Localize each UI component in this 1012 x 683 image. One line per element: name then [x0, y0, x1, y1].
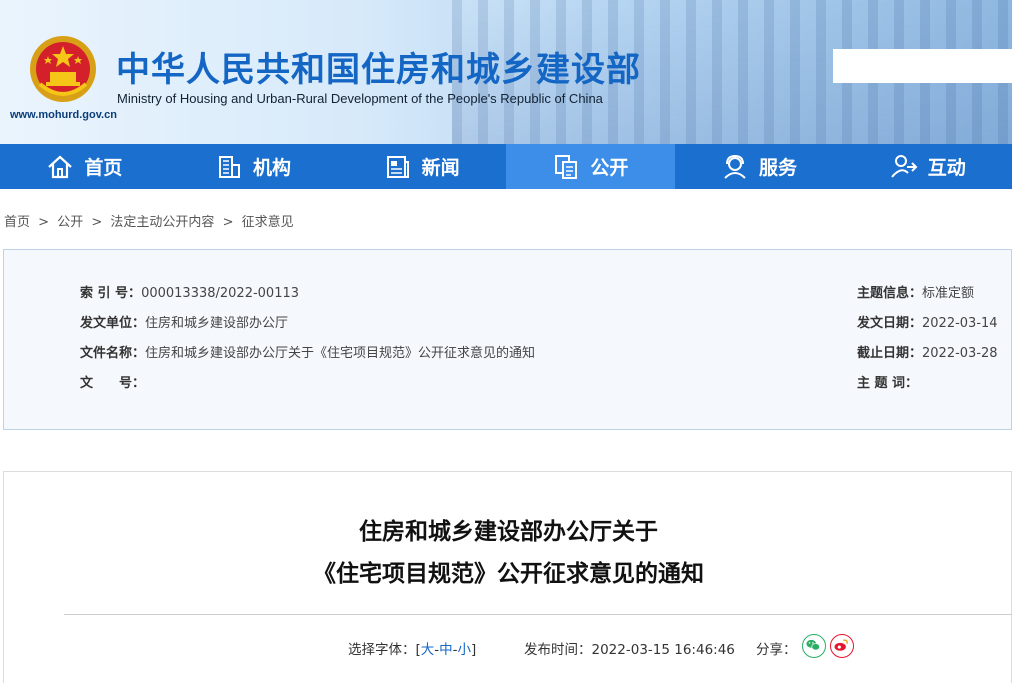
title-divider: [64, 614, 1012, 615]
document-info-panel: 索 引 号：000013338/2022-00113 发文单位：住房和城乡建设部…: [3, 249, 1012, 430]
info-keywords: 主 题 词：: [857, 376, 919, 391]
nav-item-home[interactable]: 首页: [0, 144, 169, 189]
site-url: www.mohurd.gov.cn: [10, 109, 117, 121]
weibo-icon: [834, 639, 848, 651]
site-subtitle: Ministry of Housing and Urban-Rural Deve…: [117, 91, 603, 106]
info-issuer: 发文单位：住房和城乡建设部办公厅: [80, 316, 289, 331]
nav-label: 公开: [590, 157, 629, 179]
font-select-label: 选择字体：[: [348, 642, 421, 658]
breadcrumb-separator: >: [91, 215, 103, 230]
info-deadline: 截止日期：2022-03-28: [857, 346, 998, 361]
home-icon: [48, 155, 73, 178]
breadcrumb: 首页 > 公开 > 法定主动公开内容 > 征求意见: [4, 211, 298, 230]
site-title[interactable]: 中华人民共和国住房和城乡建设部: [116, 42, 641, 91]
nav-label: 首页: [84, 157, 123, 179]
info-index: 索 引 号：000013338/2022-00113: [80, 286, 300, 301]
share-label: 分享：: [756, 642, 797, 658]
search-input[interactable]: [833, 49, 1012, 83]
article-container: 住房和城乡建设部办公厅关于 《住宅项目规范》公开征求意见的通知 选择字体：[大-…: [3, 471, 1012, 683]
font-large-link[interactable]: 大: [421, 642, 435, 658]
service-person-icon: [724, 154, 746, 179]
publish-time: 发布时间：2022-03-15 16:46:46: [524, 638, 735, 658]
breadcrumb-home[interactable]: 首页: [4, 215, 30, 230]
interaction-icon: [890, 154, 918, 178]
font-small-link[interactable]: 小: [458, 642, 472, 658]
breadcrumb-consultation[interactable]: 征求意见: [242, 215, 294, 230]
nav-label: 服务: [759, 157, 798, 179]
article-title-line1: 住房和城乡建设部办公厅关于: [359, 519, 658, 545]
breadcrumb-legal-content[interactable]: 法定主动公开内容: [110, 215, 214, 230]
wechat-icon: [806, 639, 820, 651]
breadcrumb-separator: >: [38, 215, 50, 230]
breadcrumb-separator: >: [222, 215, 234, 230]
nav-item-org[interactable]: 机构: [169, 144, 338, 189]
nav-label: 新闻: [421, 157, 460, 179]
weibo-share-button[interactable]: [830, 634, 854, 658]
document-icon: [555, 154, 578, 179]
nav-item-open[interactable]: 公开: [506, 144, 675, 189]
info-filename: 文件名称：住房和城乡建设部办公厅关于《住宅项目规范》公开征求意见的通知: [80, 346, 536, 361]
nav-item-service[interactable]: 服务: [675, 144, 844, 189]
info-date: 发文日期：2022-03-14: [857, 316, 998, 331]
national-emblem-icon: [30, 36, 96, 102]
building-icon: [219, 155, 240, 178]
font-size-selector: 选择字体：[大-中-小]: [348, 638, 476, 658]
publish-label: 发布时间：: [524, 642, 592, 658]
nav-item-interact[interactable]: 互动: [843, 144, 1012, 189]
newspaper-icon: [386, 155, 409, 178]
nav-label: 机构: [253, 157, 292, 179]
header-banner: 中华人民共和国住房和城乡建设部 Ministry of Housing and …: [0, 0, 1012, 144]
wechat-share-button[interactable]: [802, 634, 826, 658]
info-docno: 文 号：: [80, 376, 146, 391]
breadcrumb-open[interactable]: 公开: [57, 215, 83, 230]
nav-label: 互动: [927, 157, 966, 179]
nav-item-news[interactable]: 新闻: [337, 144, 506, 189]
article-title-line2: 《住宅项目规范》公开征求意见的通知: [313, 561, 704, 587]
main-nav: 首页 机构 新闻 公开 服务 互动: [0, 144, 1012, 189]
font-medium-link[interactable]: 中: [439, 642, 453, 658]
font-select-close: ]: [471, 642, 477, 658]
info-topic: 主题信息：标准定额: [857, 286, 975, 301]
publish-value: 2022-03-15 16:46:46: [591, 642, 735, 658]
